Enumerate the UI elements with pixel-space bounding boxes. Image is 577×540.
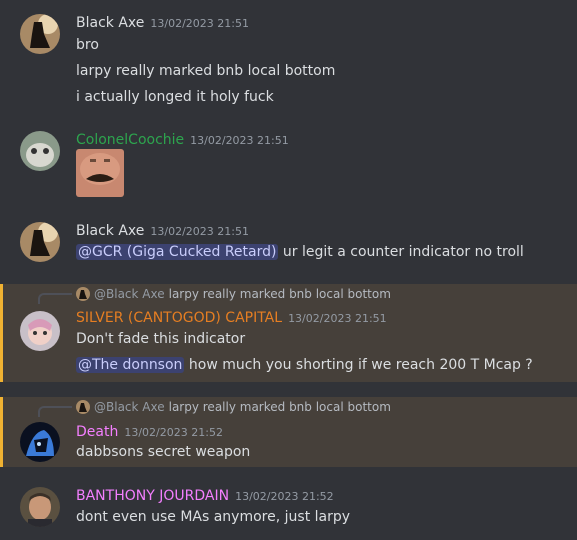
message-body: ur legit a counter indicator no troll	[282, 244, 524, 260]
message-group: Black Axe 13/02/2023 21:51 @GCR (Giga Cuc…	[0, 210, 577, 282]
timestamp: 13/02/2023 21:52	[124, 426, 223, 439]
author-label[interactable]: Death	[76, 424, 118, 440]
author-label[interactable]: Black Axe	[76, 223, 144, 239]
reply-preview[interactable]: @Black Axe larpy really marked bnb local …	[76, 286, 391, 302]
reply-text: larpy really marked bnb local bottom	[168, 287, 391, 301]
reply-username[interactable]: @Black Axe	[94, 287, 165, 301]
reply-preview[interactable]: @Black Axe larpy really marked bnb local …	[76, 399, 391, 415]
timestamp: 13/02/2023 21:51	[190, 134, 289, 147]
author-label[interactable]: Black Axe	[76, 15, 144, 31]
avatar[interactable]	[20, 311, 60, 351]
avatar[interactable]	[20, 222, 60, 262]
message-text: dabbsons secret weapon	[76, 444, 251, 460]
reply-text: larpy really marked bnb local bottom	[168, 400, 391, 414]
author-name[interactable]: Death 13/02/2023 21:52	[76, 423, 223, 442]
avatar[interactable]	[20, 422, 60, 462]
author-name[interactable]: SILVER (CANTOGOD) CAPITAL 13/02/2023 21:5…	[76, 309, 387, 328]
message-body: how much you shorting if we reach 200 T …	[188, 357, 533, 373]
author-name[interactable]: Black Axe 13/02/2023 21:51	[76, 222, 249, 241]
message-text: i actually longed it holy fuck	[76, 89, 274, 105]
reply-connector	[38, 293, 72, 304]
timestamp: 13/02/2023 21:51	[288, 312, 387, 325]
author-name[interactable]: ColonelCoochie 13/02/2023 21:51	[76, 131, 289, 150]
user-mention[interactable]: @The donnson	[76, 357, 185, 373]
avatar[interactable]	[20, 487, 60, 527]
message-group: BANTHONY JOURDAIN 13/02/2023 21:52 dont e…	[0, 470, 577, 540]
timestamp: 13/02/2023 21:51	[150, 225, 249, 238]
avatar[interactable]	[20, 14, 60, 54]
author-name[interactable]: Black Axe 13/02/2023 21:51	[76, 14, 249, 33]
mustache-face-emote[interactable]	[76, 149, 124, 197]
avatar	[76, 287, 90, 301]
message-text: Don't fade this indicator	[76, 331, 246, 347]
message-group-highlighted: @Black Axe larpy really marked bnb local …	[0, 284, 577, 382]
author-name[interactable]: BANTHONY JOURDAIN 13/02/2023 21:52	[76, 487, 334, 506]
author-label[interactable]: SILVER (CANTOGOD) CAPITAL	[76, 310, 282, 326]
message-text: dont even use MAs anymore, just larpy	[76, 509, 351, 525]
avatar	[76, 400, 90, 414]
message-group: Black Axe 13/02/2023 21:51 bro larpy real…	[0, 0, 577, 120]
message-group: ColonelCoochie 13/02/2023 21:51	[0, 122, 577, 212]
author-label[interactable]: BANTHONY JOURDAIN	[76, 488, 229, 504]
message-text: @GCR (Giga Cucked Retard) ur legit a cou…	[76, 242, 524, 262]
reply-connector	[38, 406, 72, 417]
avatar[interactable]	[20, 131, 60, 171]
message-text: larpy really marked bnb local bottom	[76, 63, 336, 79]
message-text: bro	[76, 37, 99, 53]
message-text: @The donnson how much you shorting if we…	[76, 355, 533, 375]
timestamp: 13/02/2023 21:52	[235, 490, 334, 503]
timestamp: 13/02/2023 21:51	[150, 17, 249, 30]
user-mention[interactable]: @GCR (Giga Cucked Retard)	[76, 244, 279, 260]
message-group-highlighted: @Black Axe larpy really marked bnb local …	[0, 397, 577, 467]
reply-username[interactable]: @Black Axe	[94, 400, 165, 414]
author-label[interactable]: ColonelCoochie	[76, 132, 184, 148]
